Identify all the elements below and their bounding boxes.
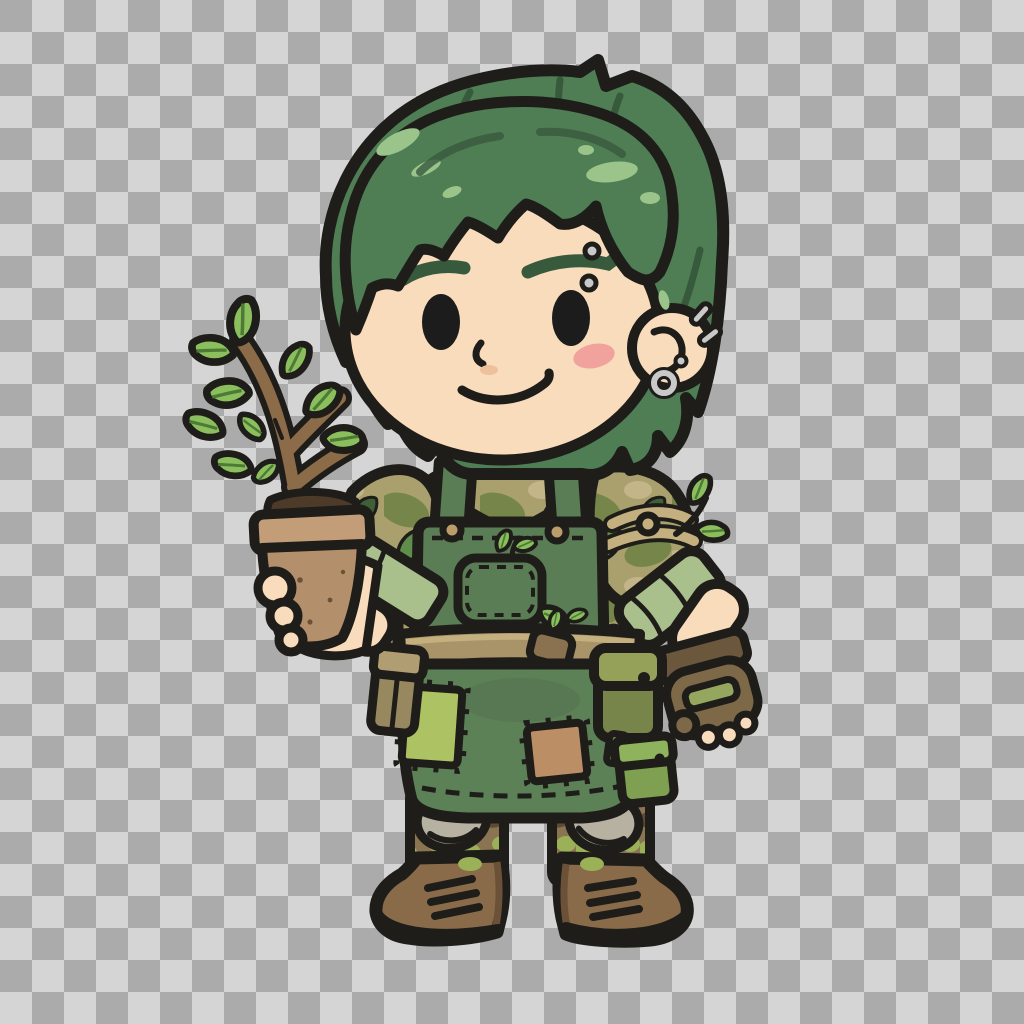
boot-right	[559, 857, 687, 941]
head	[326, 60, 724, 475]
strap-button-right	[548, 523, 566, 541]
pouch-button	[638, 672, 650, 684]
fingertip	[735, 712, 757, 734]
character-illustration: character-illustration	[0, 0, 1024, 1024]
boot-left	[376, 856, 504, 940]
eye-right	[552, 290, 590, 346]
arm-sprig-leaf	[682, 472, 716, 507]
eye-left	[422, 294, 460, 350]
strap-button-left	[443, 521, 461, 539]
ear-stud-piercing	[676, 356, 687, 367]
patch-brown	[521, 717, 593, 788]
transparency-checkerboard-background: character-illustration	[0, 0, 1024, 1024]
pouch-left-tan	[367, 646, 426, 735]
pouch-small-green	[614, 735, 678, 805]
